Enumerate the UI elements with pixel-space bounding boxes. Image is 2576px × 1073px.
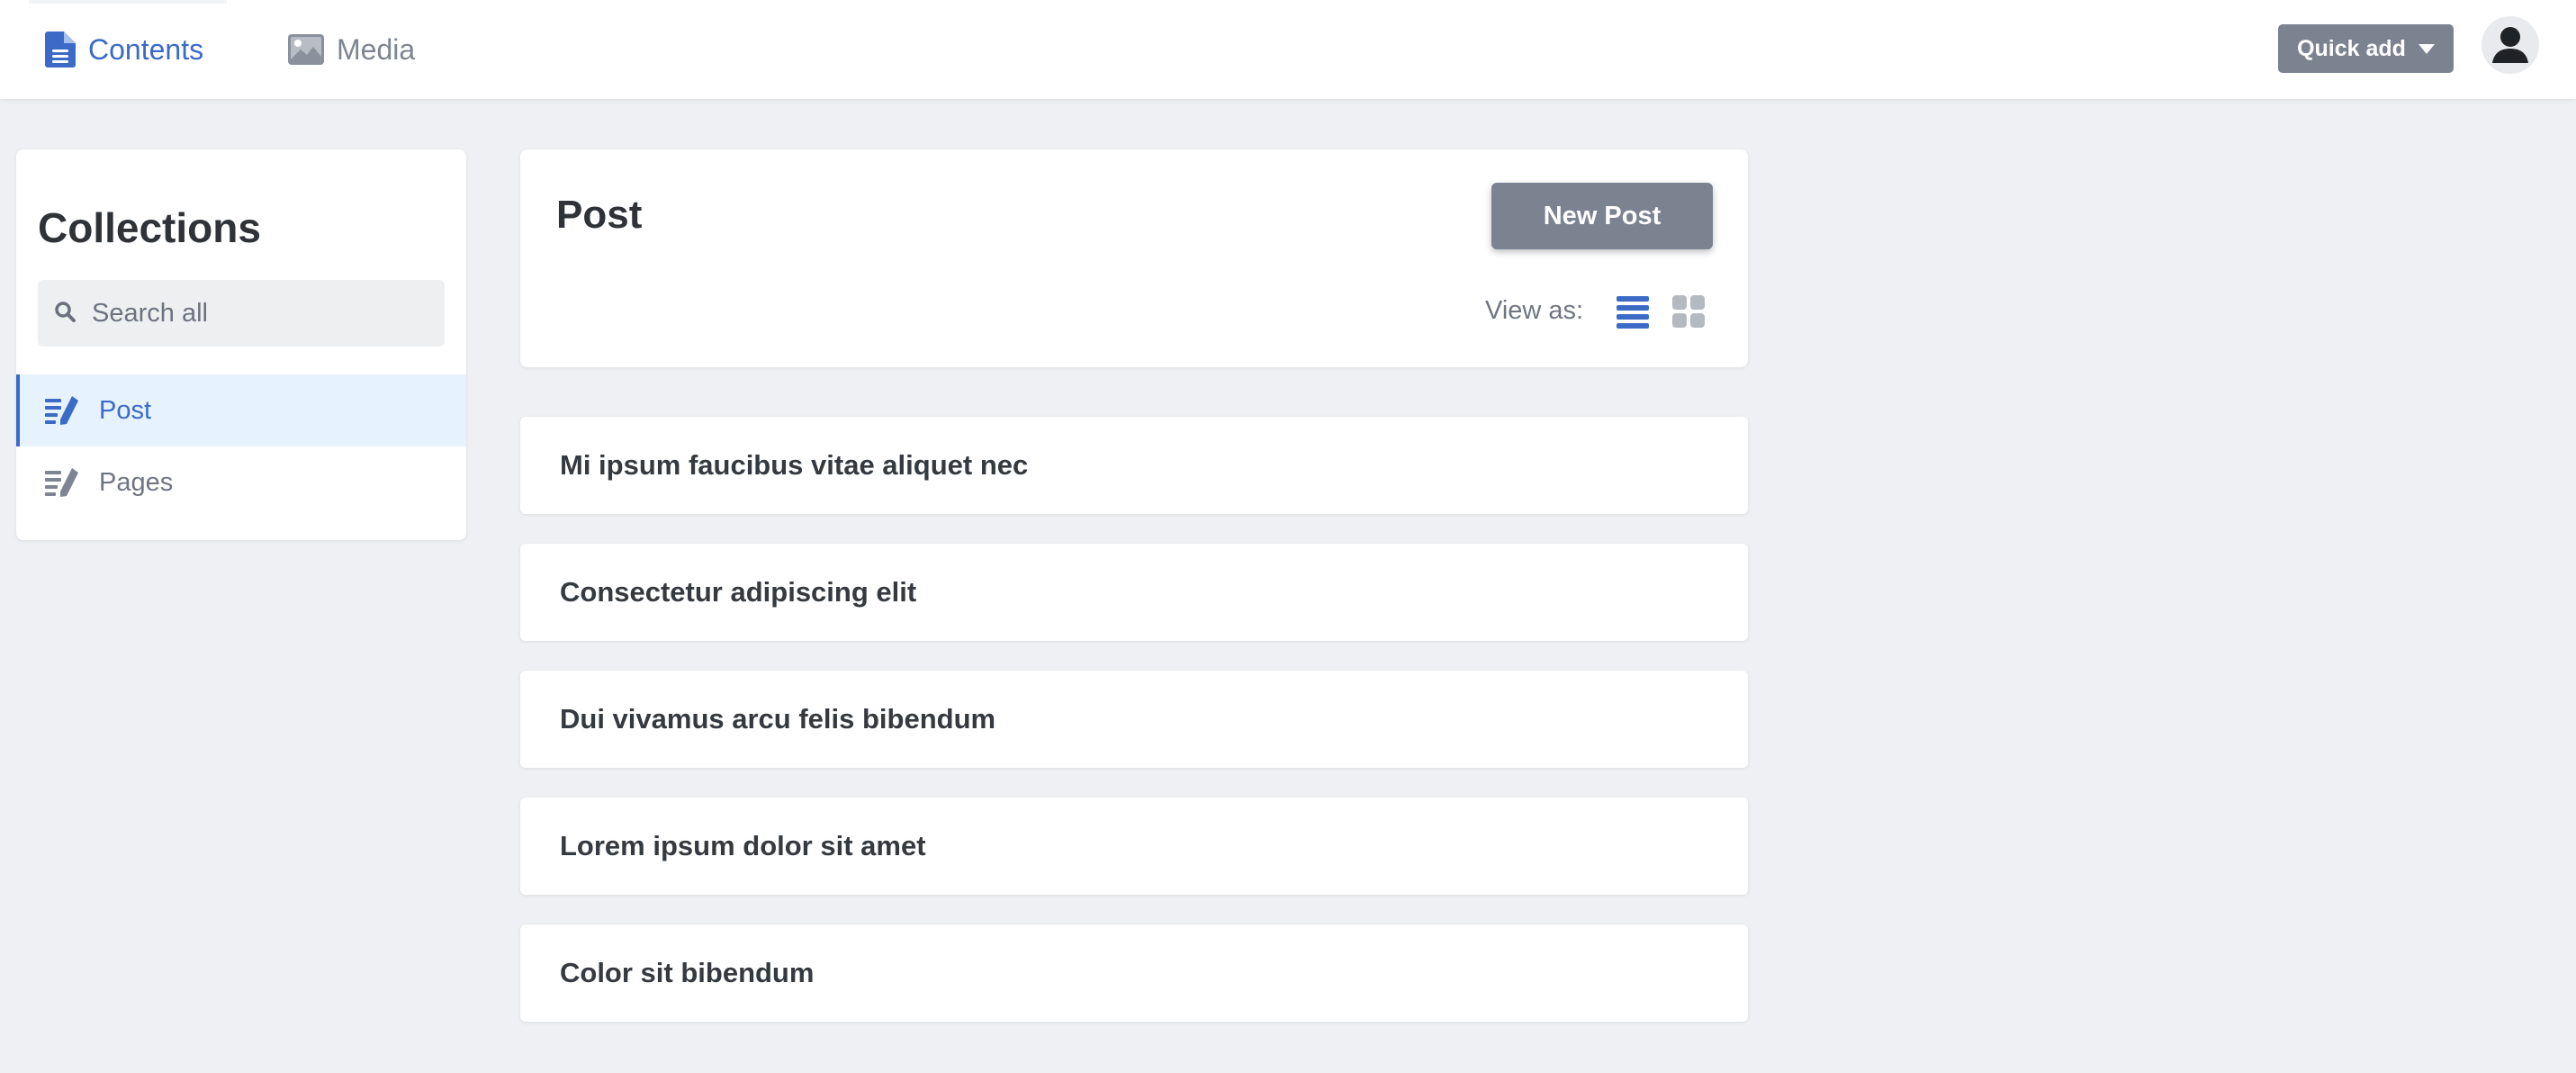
caret-down-icon	[2418, 43, 2435, 54]
list-view-icon	[1617, 296, 1649, 329]
document-icon	[45, 32, 76, 68]
user-avatar[interactable]	[2481, 16, 2539, 74]
top-navigation-bar: Contents Media Quick add	[0, 0, 2576, 99]
collection-header-card: Post New Post View as:	[520, 149, 1748, 367]
edit-list-icon	[45, 395, 79, 426]
list-item[interactable]: Mi ipsum faucibus vitae aliquet nec	[520, 417, 1748, 514]
search-icon	[54, 301, 76, 327]
grid-view-icon	[1672, 295, 1705, 328]
page-title: Post	[556, 193, 643, 237]
nav-tab-media[interactable]: Media	[288, 0, 415, 99]
search-input[interactable]	[90, 297, 427, 329]
sidebar-item-post[interactable]: Post	[16, 374, 466, 446]
image-icon	[288, 34, 324, 65]
list-item[interactable]: Lorem ipsum dolor sit amet	[520, 798, 1748, 895]
edit-list-icon	[45, 467, 79, 498]
sidebar-item-pages-label: Pages	[99, 467, 174, 497]
sidebar-title: Collections	[38, 204, 261, 251]
list-item[interactable]: Consectetur adipiscing elit	[520, 544, 1748, 641]
quick-add-label: Quick add	[2297, 35, 2406, 61]
view-as-label: View as:	[1485, 296, 1584, 325]
search-box[interactable]	[38, 280, 445, 347]
list-view-toggle[interactable]	[1615, 293, 1651, 329]
collections-sidebar: Collections Post	[16, 149, 466, 540]
user-icon	[2492, 27, 2528, 63]
list-item[interactable]: Color sit bibendum	[520, 924, 1748, 1022]
sidebar-item-pages[interactable]: Pages	[16, 446, 466, 518]
nav-tab-media-label: Media	[337, 32, 416, 66]
sidebar-item-post-label: Post	[99, 395, 152, 425]
new-post-button[interactable]: New Post	[1491, 183, 1713, 249]
nav-tab-contents[interactable]: Contents	[45, 0, 203, 99]
quick-add-button[interactable]: Quick add	[2278, 24, 2454, 73]
list-item[interactable]: Dui vivamus arcu felis bibendum	[520, 671, 1748, 768]
nav-tab-contents-label: Contents	[88, 32, 204, 66]
grid-view-toggle[interactable]	[1671, 293, 1707, 329]
